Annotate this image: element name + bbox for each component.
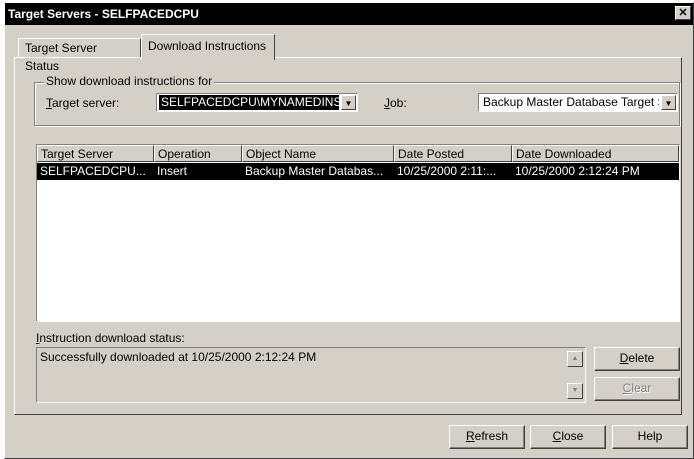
cell-date-downloaded: 10/25/2000 2:12:24 PM — [515, 164, 640, 178]
target-server-value: SELFPACEDCPU\MYNAMEDINSTANCE — [159, 95, 339, 110]
column-header-operation[interactable]: Operation — [154, 145, 242, 162]
target-server-label: Target server: — [46, 96, 120, 110]
table-header: Target Server Operation Object Name Date… — [37, 145, 679, 162]
status-label: Instruction download status: — [36, 331, 185, 345]
scroll-down-icon[interactable]: ▼ — [567, 383, 583, 399]
tab-target-server-status[interactable]: Target Server Status — [18, 38, 141, 73]
job-label: Job: — [384, 96, 407, 110]
cell-date-posted: 10/25/2000 2:11:... — [397, 164, 497, 178]
title-bar[interactable]: Target Servers - SELFPACEDCPU ✕ — [5, 3, 693, 25]
tab-label: Download Instructions — [148, 39, 267, 53]
tab-download-instructions[interactable]: Download Instructions — [141, 34, 275, 60]
chevron-down-icon[interactable]: ▼ — [341, 95, 356, 110]
cell-operation: Insert — [157, 164, 188, 178]
cell-target-server: SELFPACEDCPU... — [40, 164, 146, 178]
status-textbox[interactable]: Successfully downloaded at 10/25/2000 2:… — [36, 347, 586, 403]
column-header-date-posted[interactable]: Date Posted — [394, 145, 512, 162]
delete-button[interactable]: Delete — [594, 347, 680, 371]
chevron-down-icon[interactable]: ▼ — [661, 95, 676, 110]
groupbox-legend: Show download instructions for — [44, 74, 215, 88]
column-header-object-name[interactable]: Object Name — [242, 145, 394, 162]
status-text: Successfully downloaded at 10/25/2000 2:… — [40, 350, 317, 364]
column-header-target-server[interactable]: Target Server — [37, 145, 154, 162]
clear-button[interactable]: Clear — [594, 377, 680, 401]
column-header-date-downloaded[interactable]: Date Downloaded — [512, 145, 679, 162]
instructions-table[interactable]: Target Server Operation Object Name Date… — [36, 144, 680, 322]
cell-object-name: Backup Master Databas... — [245, 164, 384, 178]
scroll-up-icon[interactable]: ▲ — [567, 351, 583, 367]
job-combo[interactable]: Backup Master Database Target Servers ▼ — [478, 93, 678, 112]
close-button[interactable]: Close — [530, 425, 606, 449]
refresh-button[interactable]: Refresh — [449, 425, 525, 449]
window-title: Target Servers - SELFPACEDCPU — [8, 7, 199, 21]
table-row[interactable]: SELFPACEDCPU... Insert Backup Master Dat… — [37, 163, 679, 180]
job-value: Backup Master Database Target Servers — [483, 95, 659, 109]
close-icon[interactable]: ✕ — [675, 6, 691, 20]
help-button[interactable]: Help — [612, 425, 688, 449]
target-server-combo[interactable]: SELFPACEDCPU\MYNAMEDINSTANCE ▼ — [156, 93, 358, 112]
